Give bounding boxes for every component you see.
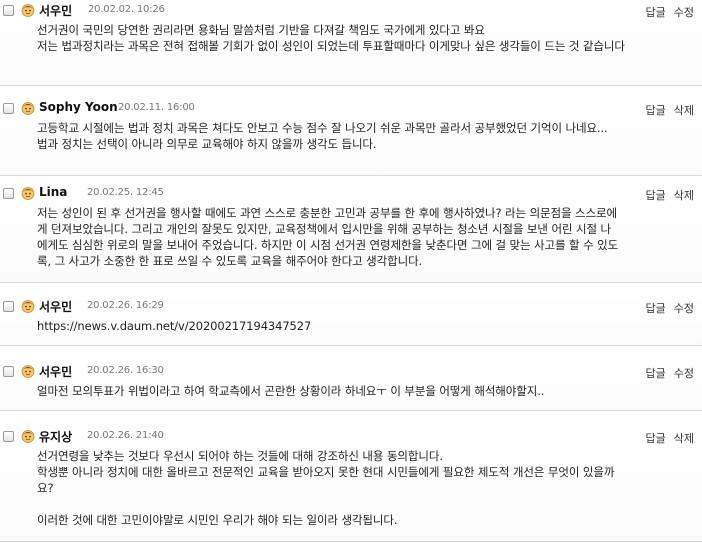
comment-actions: 답글 삭제 xyxy=(646,102,695,118)
comment-text-line: 저는 성인이 된 후 선거권을 행사할 때에도 과연 스스로 충분한 고민과 공… xyxy=(37,206,617,220)
comment-text-line: 고등학교 시절에는 법과 정치 과목은 쳐다도 안보고 수능 점수 잘 나오기 … xyxy=(37,121,608,135)
comment-author[interactable]: 서우민 xyxy=(39,2,72,19)
avatar-icon xyxy=(21,298,35,313)
comment-text-line: 요? xyxy=(37,481,54,495)
reply-button[interactable]: 답글 xyxy=(646,432,666,445)
comment-item: Lina 20.02.25. 12:45 답글 삭제저는 성인이 된 후 선거권을 행… xyxy=(0,183,702,283)
comment-body: 선거연령을 낮추는 것보다 우선시 되어야 하는 것들에 대해 강조하신 내용 … xyxy=(0,448,702,528)
edit-button[interactable]: 수정 xyxy=(674,6,694,19)
comment-text-line: 학생뿐 아니라 정치에 대한 올바르고 전문적인 교육을 받아오지 못한 현대 … xyxy=(37,465,615,479)
comment-date: 20.02.02. 10:26 xyxy=(88,4,165,15)
comment-header: 유지상 20.02.26. 21:40 답글 삭제 xyxy=(0,426,702,448)
select-checkbox[interactable] xyxy=(3,301,14,312)
select-checkbox[interactable] xyxy=(3,366,14,377)
comment-body: 선거권이 국민의 당연한 권리라면 용화님 말씀처럼 기반을 다져갈 책임도 국… xyxy=(0,22,702,54)
select-checkbox[interactable] xyxy=(3,5,14,16)
comment-item: 서우민 20.02.02. 10:26 답글 수정선거권이 국민의 당연한 권리라면 … xyxy=(0,0,702,86)
comment-body: 고등학교 시절에는 법과 정치 과목은 쳐다도 안보고 수능 점수 잘 나오기 … xyxy=(0,120,702,152)
delete-button[interactable]: 삭제 xyxy=(674,189,694,202)
reply-button[interactable]: 답글 xyxy=(646,367,666,380)
comment-text-line: 록, 그 사고가 소중한 한 표로 쓰일 수 있도록 교육을 해주어야 한다고 … xyxy=(37,254,423,268)
comment-header: Sophy Yoon 20.02.11. 16:00 답글 삭제 xyxy=(0,98,702,120)
comment-date: 20.02.26. 16:30 xyxy=(87,365,164,376)
comment-item: 서우민 20.02.26. 16:30 답글 수정얼마전 모의투표가 위법이라고 하여… xyxy=(0,361,702,411)
avatar-icon xyxy=(21,428,35,443)
comment-text-line: 선거연령을 낮추는 것보다 우선시 되어야 하는 것들에 대해 강조하신 내용 … xyxy=(37,449,443,463)
comment-actions: 답글 삭제 xyxy=(646,187,695,203)
comment-author[interactable]: 서우민 xyxy=(39,298,72,315)
avatar-icon xyxy=(21,2,35,17)
comment-header: 서우민 20.02.26. 16:29 답글 수정 xyxy=(0,296,702,318)
edit-button[interactable]: 수정 xyxy=(674,367,694,380)
comment-text-line: 에게도 심심한 위로의 말을 보내어 주었습니다. 하지만 이 시점 선거권 연… xyxy=(37,238,619,252)
comment-date: 20.02.11. 16:00 xyxy=(118,102,195,113)
reply-button[interactable]: 답글 xyxy=(646,6,666,19)
reply-button[interactable]: 답글 xyxy=(646,302,666,315)
comment-date: 20.02.25. 12:45 xyxy=(87,187,164,198)
comment-header: 서우민 20.02.26. 16:30 답글 수정 xyxy=(0,361,702,383)
comment-date: 20.02.26. 16:29 xyxy=(87,300,164,311)
comment-header: 서우민 20.02.02. 10:26 답글 수정 xyxy=(0,0,702,22)
comment-actions: 답글 삭제 xyxy=(646,430,695,446)
comment-text-line: https://news.v.daum.net/v/20200217194347… xyxy=(37,319,312,333)
comment-blank-line xyxy=(37,496,696,512)
select-checkbox[interactable] xyxy=(3,188,14,199)
delete-button[interactable]: 삭제 xyxy=(674,104,694,117)
comment-text-line: 게 던져보았습니다. 그리고 개인의 잘못도 있지만, 교육정책에서 입시만을 … xyxy=(37,222,611,236)
avatar-icon xyxy=(21,100,35,115)
comment-author[interactable]: Lina xyxy=(39,185,67,199)
reply-button[interactable]: 답글 xyxy=(646,104,666,117)
comment-actions: 답글 수정 xyxy=(646,300,695,316)
comment-text-line: 이러한 것에 대한 고민이야말로 시민인 우리가 해야 되는 일이라 생각됩니다… xyxy=(37,513,398,527)
comment-body: 얼마전 모의투표가 위법이라고 하여 학교측에서 곤란한 상황이라 하네요ㅜ 이… xyxy=(0,383,702,399)
comment-text-line: 저는 법과정치라는 과목은 전혀 접해볼 기회가 없이 성인이 되었는데 투표할… xyxy=(37,39,625,53)
comment-item: Sophy Yoon 20.02.11. 16:00 답글 삭제고등학교 시절에는 법… xyxy=(0,98,702,176)
avatar-icon xyxy=(21,363,35,378)
comment-author[interactable]: 서우민 xyxy=(39,363,72,380)
reply-button[interactable]: 답글 xyxy=(646,189,666,202)
comment-item: 유지상 20.02.26. 21:40 답글 삭제선거연령을 낮추는 것보다 우선시 … xyxy=(0,426,702,542)
comment-author[interactable]: Sophy Yoon xyxy=(39,100,118,114)
comment-item: 서우민 20.02.26. 16:29 답글 수정 https://news.v.dau… xyxy=(0,296,702,346)
comment-text-line: 선거권이 국민의 당연한 권리라면 용화님 말씀처럼 기반을 다져갈 책임도 국… xyxy=(37,23,485,37)
comment-actions: 답글 수정 xyxy=(646,4,695,20)
comment-body: 저는 성인이 된 후 선거권을 행사할 때에도 과연 스스로 충분한 고민과 공… xyxy=(0,205,702,269)
comment-author[interactable]: 유지상 xyxy=(39,428,72,445)
delete-button[interactable]: 삭제 xyxy=(674,432,694,445)
comment-body: https://news.v.daum.net/v/20200217194347… xyxy=(0,318,702,334)
edit-button[interactable]: 수정 xyxy=(674,302,694,315)
select-checkbox[interactable] xyxy=(3,103,14,114)
comment-date: 20.02.26. 21:40 xyxy=(87,430,164,441)
comment-actions: 답글 수정 xyxy=(646,365,695,381)
comment-list: 서우민 20.02.02. 10:26 답글 수정 선거권이 국민의 당연한 권리라면 … xyxy=(0,0,702,542)
comment-text-line: 얼마전 모의투표가 위법이라고 하여 학교측에서 곤란한 상황이라 하네요ㅜ 이… xyxy=(37,384,545,398)
select-checkbox[interactable] xyxy=(3,431,14,442)
avatar-icon xyxy=(21,185,35,200)
comment-text-line: 법과 정치는 선택이 아니라 의무로 교육해야 하지 않을까 생각도 듭니다. xyxy=(37,137,377,151)
comment-header: Lina 20.02.25. 12:45 답글 삭제 xyxy=(0,183,702,205)
